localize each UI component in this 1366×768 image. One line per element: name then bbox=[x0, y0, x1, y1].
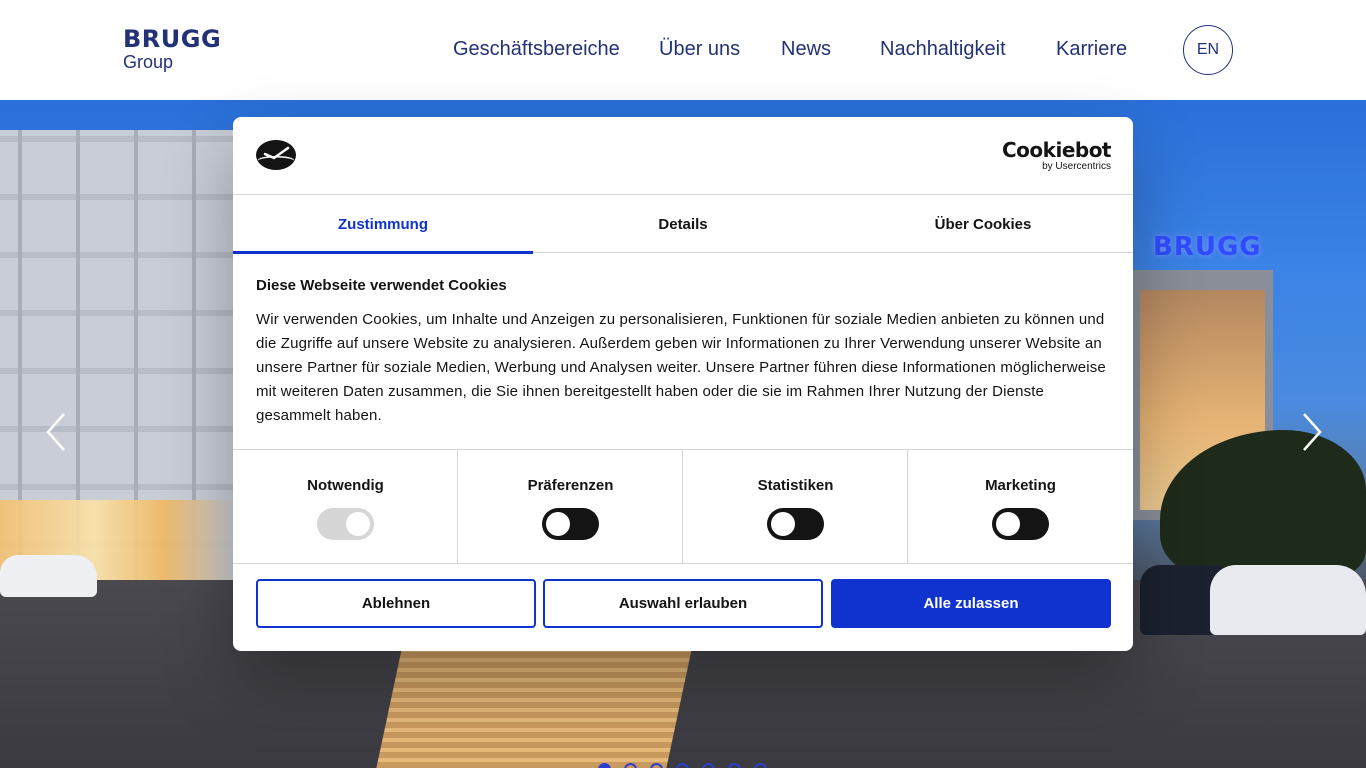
language-switch-button[interactable]: EN bbox=[1183, 25, 1233, 75]
tab-details[interactable]: Details bbox=[533, 195, 833, 253]
toggle-knob bbox=[996, 512, 1020, 536]
cookiebot-logo[interactable]: Cookiebot by Usercentrics bbox=[1002, 138, 1112, 173]
category-statistiken: Statistiken bbox=[683, 450, 908, 564]
deny-button[interactable]: Ablehnen bbox=[256, 579, 536, 628]
category-marketing: Marketing bbox=[908, 450, 1133, 564]
slider-dot[interactable] bbox=[728, 763, 741, 768]
slider-dot[interactable] bbox=[754, 763, 767, 768]
nav-item-news[interactable]: News bbox=[781, 38, 831, 61]
toggle-praeferenzen[interactable] bbox=[542, 508, 599, 540]
slider-dot[interactable] bbox=[702, 763, 715, 768]
allow-selection-button[interactable]: Auswahl erlauben bbox=[543, 579, 823, 628]
slider-dot[interactable] bbox=[676, 763, 689, 768]
slider-next-arrow-icon[interactable] bbox=[1300, 412, 1324, 452]
category-notwendig: Notwendig bbox=[233, 450, 458, 564]
cookie-dialog-header: Cookiebot by Usercentrics bbox=[233, 117, 1133, 195]
cookiebot-by: by Usercentrics bbox=[1042, 161, 1111, 172]
toggle-marketing[interactable] bbox=[992, 508, 1049, 540]
toggle-statistiken[interactable] bbox=[767, 508, 824, 540]
nav-item-karriere[interactable]: Karriere bbox=[1056, 38, 1127, 61]
slider-dot[interactable] bbox=[598, 763, 611, 768]
nav-item-nachhaltigkeit[interactable]: Nachhaltigkeit bbox=[880, 38, 1006, 61]
tab-ueber-cookies[interactable]: Über Cookies bbox=[833, 195, 1133, 253]
nav-item-geschaeftsbereiche[interactable]: Geschäftsbereiche bbox=[453, 38, 620, 61]
hero-car-white bbox=[1210, 565, 1366, 635]
cookie-categories: Notwendig Präferenzen Statistiken Market… bbox=[233, 449, 1133, 564]
tab-zustimmung[interactable]: Zustimmung bbox=[233, 195, 533, 254]
category-label: Präferenzen bbox=[527, 477, 614, 494]
site-logo-icon bbox=[255, 139, 297, 171]
cookie-buttons: Ablehnen Auswahl erlauben Alle zulassen bbox=[256, 579, 1111, 628]
toggle-knob bbox=[546, 512, 570, 536]
category-praeferenzen: Präferenzen bbox=[458, 450, 683, 564]
cookiebot-name: Cookiebot bbox=[1002, 138, 1112, 162]
toggle-knob bbox=[771, 512, 795, 536]
toggle-notwendig bbox=[317, 508, 374, 540]
cookie-consent-dialog: Cookiebot by Usercentrics Zustimmung Det… bbox=[233, 117, 1133, 651]
slider-prev-arrow-icon[interactable] bbox=[44, 412, 68, 452]
toggle-knob bbox=[346, 512, 370, 536]
slider-dot[interactable] bbox=[650, 763, 663, 768]
hero-car-left bbox=[0, 555, 97, 597]
site-header: BRUGG Group Geschäftsbereiche Über uns N… bbox=[0, 0, 1366, 100]
allow-all-button[interactable]: Alle zulassen bbox=[831, 579, 1111, 628]
cookie-description: Diese Webseite verwendet Cookies Wir ver… bbox=[256, 277, 1111, 428]
hero-lit-stairs bbox=[376, 640, 694, 768]
cookie-text: Wir verwenden Cookies, um Inhalte und An… bbox=[256, 311, 1106, 424]
hero-brugg-sign: BRUGG bbox=[1153, 232, 1262, 262]
cookie-title: Diese Webseite verwendet Cookies bbox=[256, 277, 507, 294]
main-nav: Geschäftsbereiche Über uns News Nachhalt… bbox=[0, 38, 1366, 64]
slider-dot[interactable] bbox=[624, 763, 637, 768]
cookie-tabs: Zustimmung Details Über Cookies bbox=[233, 195, 1133, 254]
category-label: Marketing bbox=[985, 477, 1056, 494]
category-label: Statistiken bbox=[757, 477, 834, 494]
slider-pagination bbox=[598, 763, 767, 768]
category-label: Notwendig bbox=[307, 477, 384, 494]
nav-item-ueber-uns[interactable]: Über uns bbox=[659, 38, 740, 61]
